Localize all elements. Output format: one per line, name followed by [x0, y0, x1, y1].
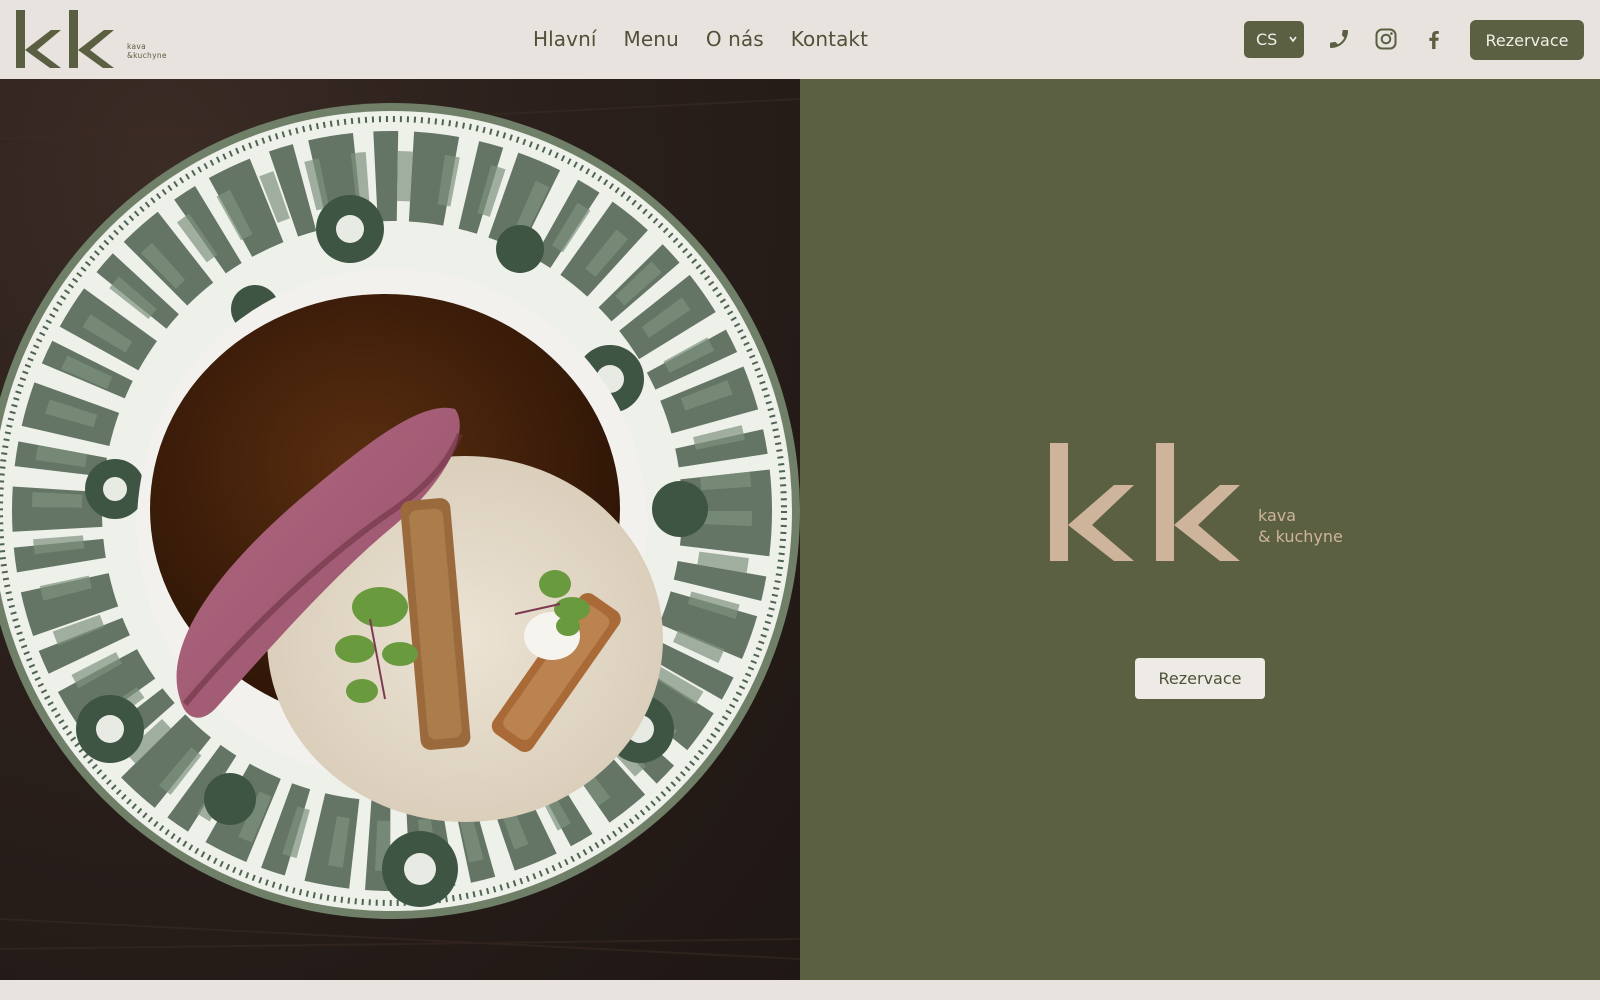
brand-logo[interactable]: kava &kuchyne: [15, 8, 175, 70]
nav-link-kontakt[interactable]: Kontakt: [791, 27, 868, 51]
page-bottom-strip: [0, 980, 1600, 1000]
nav-link-menu[interactable]: Menu: [624, 27, 679, 51]
brand-tagline-line1: kava: [127, 42, 147, 51]
main-nav: Hlavní Menu O nás Kontakt: [533, 27, 868, 51]
hero-food-photo: [0, 79, 800, 980]
hero-tagline-line2: & kuchyne: [1258, 527, 1343, 546]
phone-icon[interactable]: [1325, 25, 1353, 53]
kk-logo-mark: [16, 10, 114, 68]
reservation-button-header[interactable]: Rezervace: [1470, 20, 1584, 60]
chevron-down-icon: [1289, 36, 1297, 43]
brand-tagline: kava &kuchyne: [127, 42, 167, 60]
language-value: CS: [1256, 30, 1278, 49]
nav-link-hlavni[interactable]: Hlavní: [533, 27, 597, 51]
brand-tagline-line2: &kuchyne: [127, 51, 167, 60]
nav-link-o-nas[interactable]: O nás: [706, 27, 764, 51]
hero-tagline-line1: kava: [1258, 506, 1297, 525]
language-select[interactable]: CS: [1244, 21, 1304, 58]
site-header: kava &kuchyne Hlavní Menu O nás Kontakt …: [0, 0, 1600, 79]
facebook-icon[interactable]: [1420, 25, 1448, 53]
hero-tagline: kava & kuchyne: [1258, 505, 1343, 547]
reservation-button-hero[interactable]: Rezervace: [1135, 658, 1265, 699]
food-plate-illustration: [0, 98, 800, 960]
instagram-icon[interactable]: [1372, 25, 1400, 53]
hero-panel: kava & kuchyne Rezervace: [800, 79, 1600, 980]
